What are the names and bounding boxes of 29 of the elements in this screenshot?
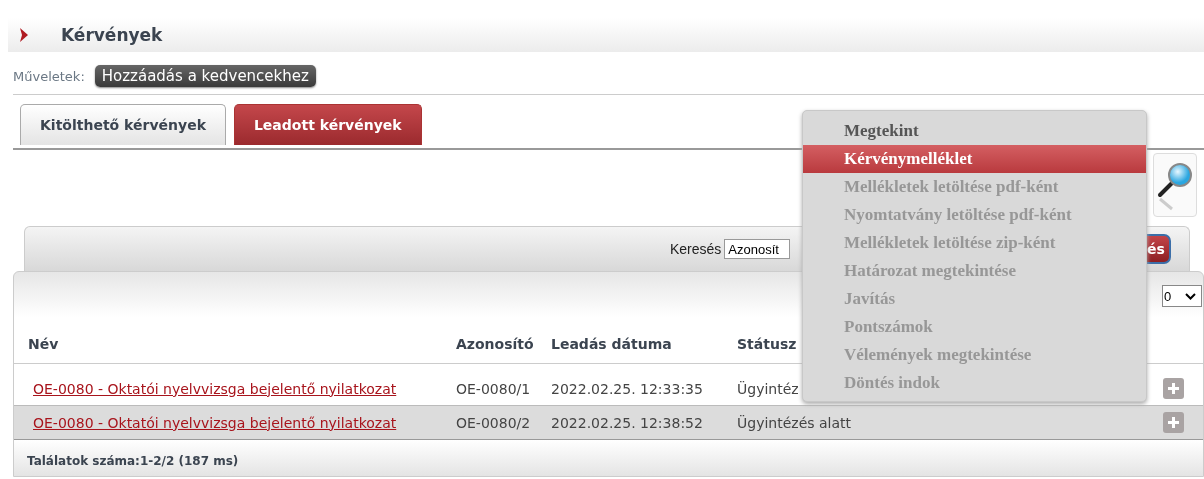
page-title: Kérvények (61, 25, 163, 45)
page-size-select[interactable]: 0 (1162, 285, 1202, 307)
plus-icon[interactable] (1163, 412, 1184, 433)
table-cell: 2022.02.25. 12:38:52 (551, 414, 703, 431)
table-cell: Ügyintéz (737, 380, 799, 397)
favorite-button[interactable]: Hozzáadás a kedvencekhez (94, 65, 316, 87)
search-field[interactable]: Azonosít (724, 239, 791, 259)
table-cell: OE-0080/2 (456, 414, 531, 431)
menu-item[interactable]: Megtekint (803, 117, 1146, 145)
request-link[interactable]: OE-0080 - Oktatói nyelvvizsga bejelentő nyilatkozat (33, 380, 397, 397)
plus-icon[interactable] (1163, 378, 1184, 399)
caret-icon (1185, 292, 1196, 300)
actions-label: Műveletek: (13, 68, 85, 84)
search-button[interactable]: és (1147, 234, 1171, 264)
column-header: Név (28, 335, 59, 352)
search-icon[interactable] (1153, 153, 1197, 217)
table-cell: OE-0080/1 (456, 380, 531, 397)
search-label: Keresés (670, 241, 722, 257)
table-row[interactable]: OE-0080 - Oktatói nyelvvizsga bejelentő nyilatkozat OE-0080/2 2022.02.25. 12:38:52 Ügyintézés alatt (14, 405, 1203, 440)
column-header: Státusz (737, 335, 797, 352)
chevron-icon (19, 28, 29, 42)
tab[interactable]: Leadott kérvények (233, 104, 422, 145)
menu-item[interactable]: Kérvénymelléklet (803, 145, 1146, 173)
column-header: Leadás dátuma (551, 335, 672, 352)
table-cell: 2022.02.25. 12:33:35 (551, 380, 703, 397)
table-cell: Ügyintézés alatt (737, 414, 852, 431)
request-link[interactable]: OE-0080 - Oktatói nyelvvizsga bejelentő nyilatkozat (33, 414, 397, 431)
column-header: Azonosító (456, 335, 534, 352)
tab[interactable]: Kitölthető kérvények (20, 104, 226, 145)
